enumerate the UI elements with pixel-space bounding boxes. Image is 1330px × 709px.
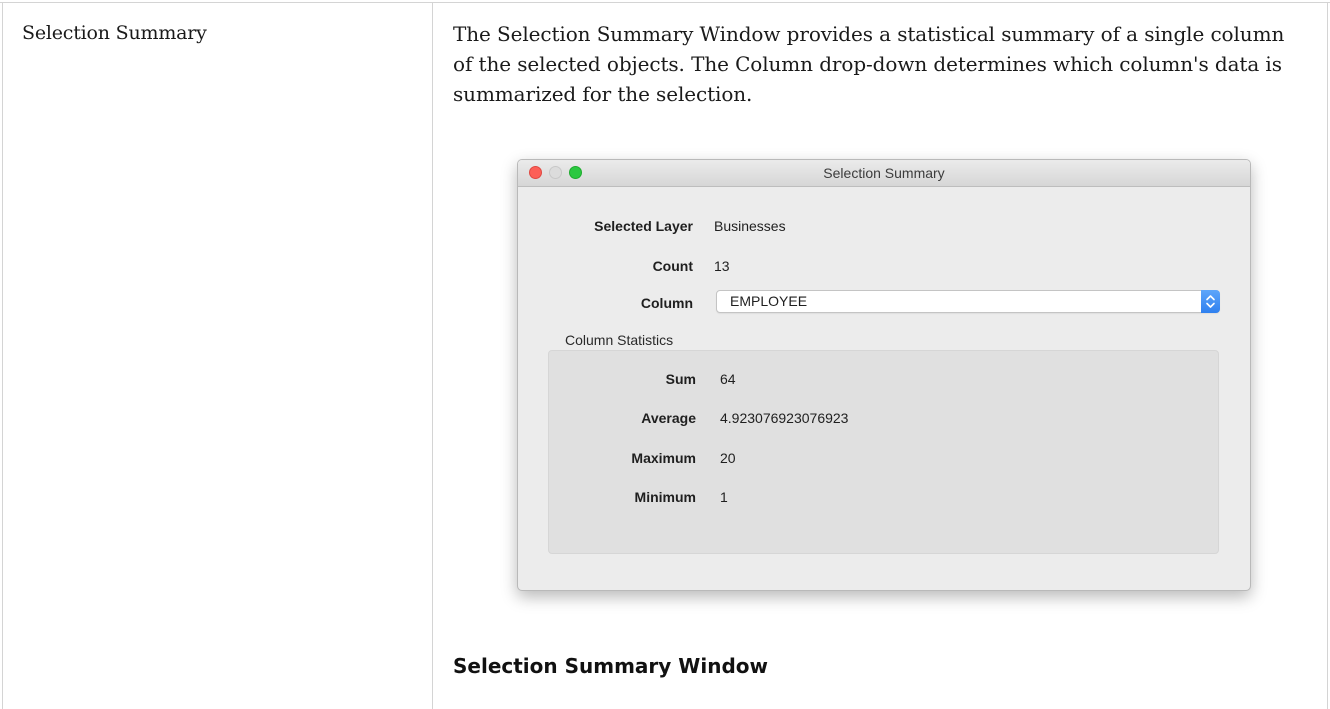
column-dropdown[interactable]: EMPLOYEE — [716, 290, 1220, 313]
figure-caption: Selection Summary Window — [453, 654, 768, 678]
maximum-value: 20 — [720, 450, 736, 466]
table-top-border — [0, 2, 1330, 3]
column-statistics-label: Column Statistics — [565, 332, 674, 348]
window-titlebar[interactable]: Selection Summary — [518, 160, 1250, 187]
table-description-cell: The Selection Summary Window provides a … — [453, 22, 1285, 106]
doc-table-page: Selection Summary The Selection Summary … — [0, 0, 1330, 709]
count-label: Count — [652, 258, 693, 274]
minimize-window-button[interactable] — [549, 166, 562, 179]
sum-value: 64 — [720, 371, 736, 387]
column-label: Column — [640, 295, 693, 311]
selection-summary-window: Selection Summary Selected Layer Busines… — [517, 159, 1251, 591]
sum-label: Sum — [665, 371, 696, 387]
window-title: Selection Summary — [823, 165, 945, 181]
minimum-value: 1 — [720, 489, 728, 505]
table-column-divider — [432, 2, 433, 709]
zoom-window-button[interactable] — [569, 166, 582, 179]
selected-layer-label: Selected Layer — [594, 218, 693, 234]
average-value: 4.923076923076923 — [720, 410, 849, 426]
column-dropdown-value: EMPLOYEE — [730, 293, 808, 309]
count-value: 13 — [714, 258, 730, 274]
table-right-border — [1327, 2, 1328, 709]
updown-chevron-icon[interactable] — [1201, 290, 1220, 313]
average-label: Average — [641, 410, 696, 426]
table-left-border — [2, 2, 3, 709]
maximum-label: Maximum — [631, 450, 696, 466]
selected-layer-value: Businesses — [714, 218, 786, 234]
minimum-label: Minimum — [634, 489, 696, 505]
close-window-button[interactable] — [529, 166, 542, 179]
table-term-cell: Selection Summary — [22, 22, 207, 44]
